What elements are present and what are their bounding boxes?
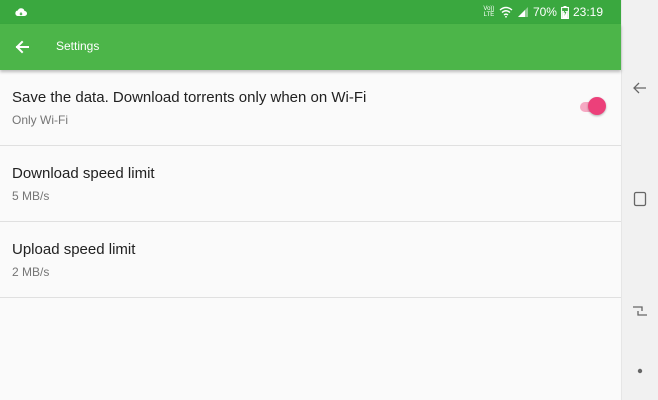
back-icon[interactable] xyxy=(631,79,649,97)
setting-summary: Only Wi-Fi xyxy=(12,113,68,127)
settings-list: Save the data. Download torrents only wh… xyxy=(0,70,621,298)
device-screen: Vo)) LTE 70% 23:19 Settings Save the dat… xyxy=(0,0,658,400)
setting-title: Upload speed limit xyxy=(12,241,136,258)
app-toolbar: Settings xyxy=(0,24,621,70)
battery-charging-icon xyxy=(561,5,569,19)
dot-icon[interactable] xyxy=(631,362,649,380)
volte-indicator: Vo)) LTE xyxy=(483,6,495,18)
status-icons: Vo)) LTE 70% 23:19 xyxy=(483,4,603,20)
setting-title: Save the data. Download torrents only wh… xyxy=(12,89,367,106)
system-nav-bar xyxy=(621,0,658,400)
battery-percent: 70% xyxy=(532,5,557,19)
setting-wifi-only[interactable]: Save the data. Download torrents only wh… xyxy=(0,70,621,146)
wifi-icon xyxy=(499,6,513,18)
wifi-only-toggle[interactable] xyxy=(580,97,606,117)
page-title: Settings xyxy=(56,39,100,53)
toggle-thumb xyxy=(588,97,606,115)
setting-download-limit[interactable]: Download speed limit 5 MB/s xyxy=(0,146,621,222)
setting-summary: 2 MB/s xyxy=(12,265,50,279)
setting-summary: 5 MB/s xyxy=(12,189,50,203)
cloud-icon xyxy=(15,8,27,16)
clock: 23:19 xyxy=(572,5,603,19)
arrow-left-icon[interactable] xyxy=(12,37,32,57)
setting-upload-limit[interactable]: Upload speed limit 2 MB/s xyxy=(0,222,621,298)
home-icon[interactable] xyxy=(631,190,649,208)
app-window: Vo)) LTE 70% 23:19 Settings Save the dat… xyxy=(0,0,621,400)
lte-label: LTE xyxy=(483,12,495,18)
status-bar: Vo)) LTE 70% 23:19 xyxy=(0,0,621,24)
signal-icon xyxy=(517,7,528,17)
setting-title: Download speed limit xyxy=(12,165,155,182)
recents-icon[interactable] xyxy=(631,302,649,320)
